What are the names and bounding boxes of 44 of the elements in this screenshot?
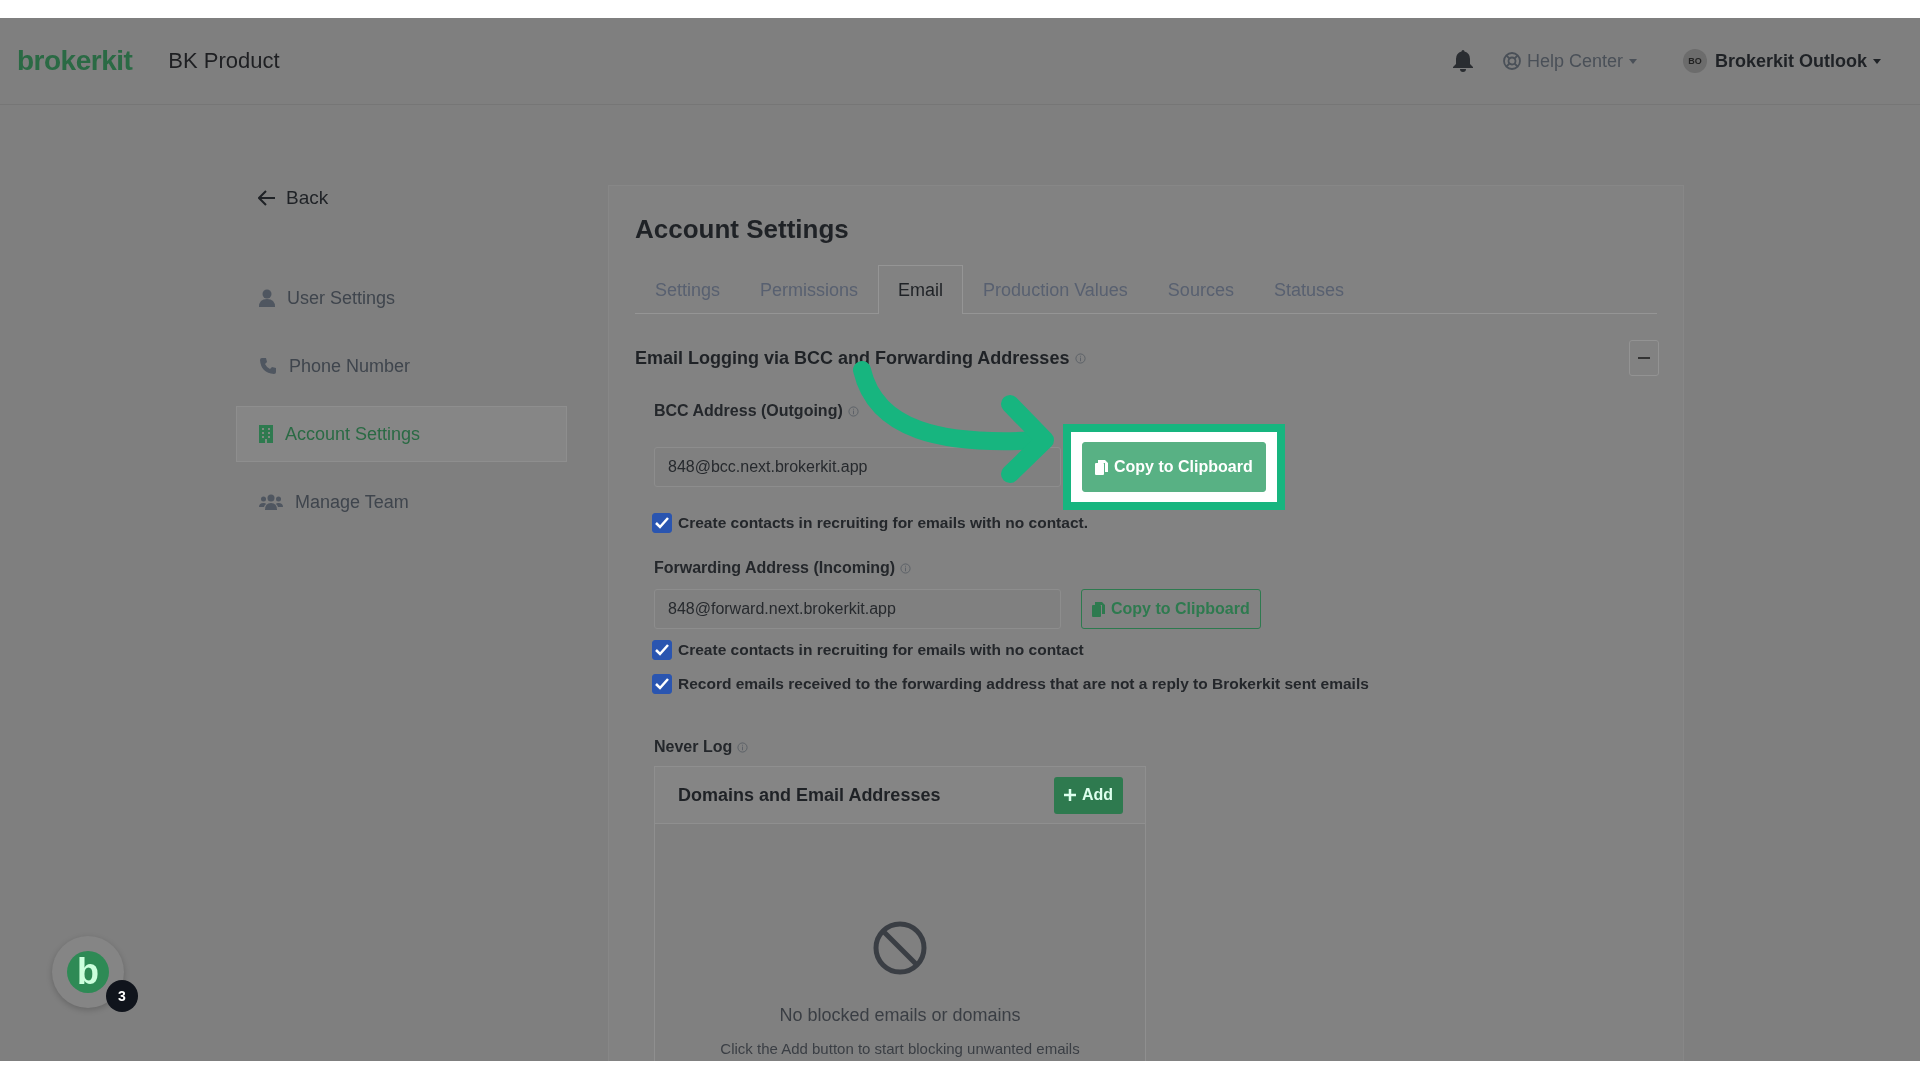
checkbox-label: Create contacts in recruiting for emails with no contact bbox=[678, 641, 1084, 659]
checkbox[interactable] bbox=[652, 674, 672, 694]
product-name: BK Product bbox=[168, 48, 280, 74]
building-icon bbox=[259, 425, 273, 443]
checkbox-label: Record emails received to the forwarding address that are not a reply to Brokerkit sent emails bbox=[678, 675, 1369, 693]
back-link[interactable]: Back bbox=[258, 187, 329, 209]
logo[interactable]: brokerkit bbox=[17, 45, 133, 77]
checkbox[interactable] bbox=[652, 513, 672, 533]
team-icon bbox=[259, 494, 283, 510]
field-label: Forwarding Address (Incoming) bbox=[654, 559, 896, 577]
plus-icon bbox=[1063, 789, 1076, 801]
empty-title: No blocked emails or domains bbox=[779, 1005, 1021, 1026]
address-field[interactable]: 848@forward.next.brokerkit.app bbox=[654, 589, 1061, 629]
copy-icon bbox=[1092, 601, 1105, 617]
checkbox[interactable] bbox=[652, 640, 672, 660]
collapse-button[interactable] bbox=[1629, 340, 1659, 376]
caret-icon bbox=[1873, 58, 1881, 64]
back-arrow-icon bbox=[258, 190, 276, 206]
phone-icon bbox=[259, 357, 277, 375]
address-field[interactable]: 848@bcc.next.brokerkit.app bbox=[654, 447, 1061, 487]
tab[interactable]: Email bbox=[878, 265, 964, 314]
field-label: Never Log bbox=[654, 738, 733, 756]
empty-text: Click the Add button to start blocking unwanted emails bbox=[720, 1040, 1080, 1057]
sidebar-item[interactable]: User Settings bbox=[236, 270, 567, 326]
blocked-icon bbox=[873, 921, 927, 975]
panel-title: Domains and Email Addresses bbox=[678, 784, 941, 806]
page-title: Account Settings bbox=[635, 214, 850, 245]
minus-icon bbox=[1638, 357, 1650, 359]
caret-icon bbox=[1628, 58, 1637, 64]
lifebuoy-icon bbox=[1502, 52, 1521, 70]
notification-badge: 3 bbox=[106, 980, 138, 1012]
user-menu[interactable]: Brokerkit Outlook bbox=[1714, 50, 1881, 72]
sidebar-item[interactable]: Phone Number bbox=[236, 338, 567, 394]
copy-button[interactable]: Copy to Clipboard bbox=[1082, 442, 1266, 492]
field-label: BCC Address (Outgoing) bbox=[654, 402, 843, 420]
sidebar-item[interactable]: Manage Team bbox=[236, 474, 567, 530]
checkbox-label: Create contacts in recruiting for emails with no contact. bbox=[678, 514, 1088, 532]
sidebar-item[interactable]: Account Settings bbox=[236, 406, 567, 462]
bell-icon[interactable] bbox=[1452, 50, 1473, 72]
person-icon bbox=[259, 289, 275, 307]
add-button[interactable]: Add bbox=[1053, 776, 1123, 814]
copy-icon bbox=[1095, 459, 1108, 475]
user-avatar[interactable]: BO bbox=[1682, 49, 1707, 73]
copy-button[interactable]: Copy to Clipboard bbox=[1081, 589, 1261, 629]
